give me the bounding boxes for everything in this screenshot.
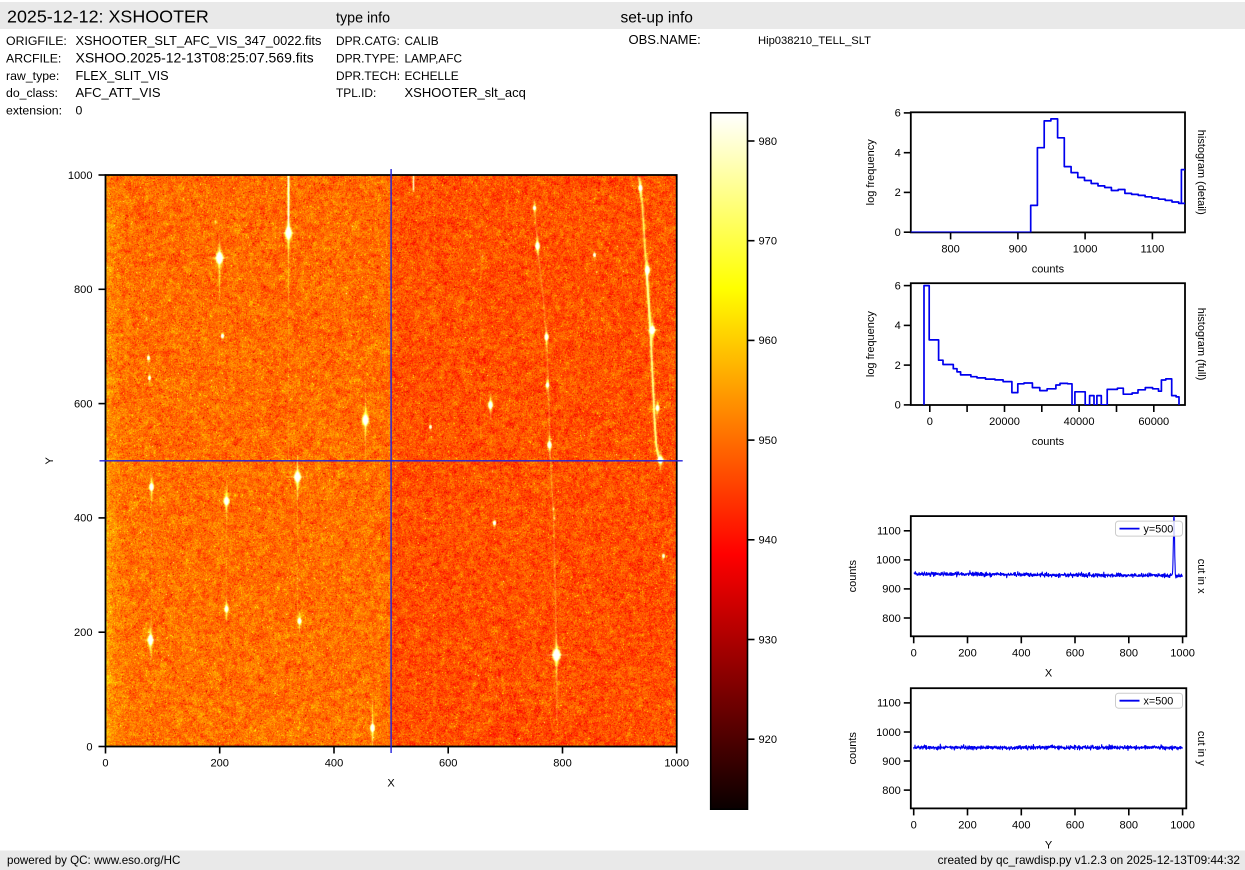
svg-text:900: 900 [1009, 243, 1028, 255]
svg-text:TPL.ID:: TPL.ID: [336, 86, 376, 100]
svg-text:DPR.TECH:: DPR.TECH: [336, 69, 400, 83]
svg-text:histogram (full): histogram (full) [1195, 308, 1207, 381]
svg-text:950: 950 [759, 435, 778, 447]
svg-text:800: 800 [1120, 819, 1139, 831]
svg-text:600: 600 [74, 398, 93, 410]
svg-text:OBS.NAME:: OBS.NAME: [629, 32, 701, 47]
svg-text:histogram (detail): histogram (detail) [1195, 130, 1207, 215]
svg-text:400: 400 [74, 513, 93, 525]
svg-text:cut in y: cut in y [1195, 731, 1207, 766]
svg-text:2: 2 [895, 187, 901, 199]
svg-text:0: 0 [895, 227, 901, 239]
svg-text:1000: 1000 [1073, 243, 1098, 255]
svg-text:1100: 1100 [877, 698, 901, 710]
svg-text:40000: 40000 [1064, 416, 1095, 428]
svg-text:counts: counts [847, 560, 859, 593]
svg-text:1000: 1000 [876, 555, 901, 567]
svg-text:X: X [1045, 667, 1053, 679]
svg-text:XSHOOTER_slt_acq: XSHOOTER_slt_acq [405, 85, 526, 100]
svg-text:400: 400 [325, 758, 344, 770]
svg-text:set-up info: set-up info [621, 10, 693, 27]
svg-text:1000: 1000 [68, 170, 93, 182]
svg-text:powered by QC: www.eso.org/HC: powered by QC: www.eso.org/HC [7, 854, 180, 867]
svg-text:600: 600 [1066, 647, 1085, 659]
svg-text:ORIGFILE:: ORIGFILE: [6, 34, 67, 48]
svg-text:6: 6 [895, 280, 901, 292]
svg-text:970: 970 [759, 236, 778, 248]
svg-text:Y: Y [44, 456, 56, 464]
svg-text:AFC_ATT_VIS: AFC_ATT_VIS [76, 85, 161, 100]
svg-text:200: 200 [74, 627, 93, 639]
svg-text:XSHOOTER_SLT_AFC_VIS_347_0022.: XSHOOTER_SLT_AFC_VIS_347_0022.fits [76, 33, 322, 48]
svg-text:x=500: x=500 [1144, 695, 1174, 707]
svg-text:980: 980 [759, 136, 778, 148]
svg-text:2: 2 [895, 360, 901, 372]
svg-text:CALIB: CALIB [405, 34, 439, 48]
svg-text:800: 800 [882, 613, 901, 625]
svg-text:920: 920 [759, 734, 778, 746]
svg-text:800: 800 [553, 758, 572, 770]
svg-text:400: 400 [1012, 647, 1031, 659]
svg-text:200: 200 [958, 819, 977, 831]
svg-text:created by qc_rawdisp.py v1.2.: created by qc_rawdisp.py v1.2.3 on 2025-… [938, 853, 1240, 867]
svg-text:0: 0 [911, 819, 917, 831]
svg-text:Y: Y [1045, 839, 1053, 851]
svg-text:60000: 60000 [1138, 416, 1169, 428]
svg-text:4: 4 [895, 148, 901, 160]
svg-text:1000: 1000 [876, 727, 901, 739]
svg-text:800: 800 [1120, 647, 1139, 659]
svg-text:raw_type:: raw_type: [6, 69, 59, 83]
svg-text:1100: 1100 [877, 526, 901, 538]
svg-text:FLEX_SLIT_VIS: FLEX_SLIT_VIS [76, 69, 169, 83]
svg-text:1000: 1000 [664, 758, 689, 770]
svg-text:counts: counts [1032, 436, 1065, 448]
svg-text:960: 960 [759, 335, 778, 347]
svg-text:800: 800 [941, 243, 960, 255]
svg-text:log frequency: log frequency [865, 139, 877, 206]
svg-text:940: 940 [759, 535, 778, 547]
svg-text:type info: type info [336, 11, 390, 27]
svg-text:1000: 1000 [1170, 647, 1195, 659]
svg-text:0: 0 [76, 104, 83, 118]
svg-text:1000: 1000 [1170, 819, 1195, 831]
svg-text:1100: 1100 [1140, 243, 1164, 255]
svg-text:log frequency: log frequency [865, 311, 877, 378]
svg-text:counts: counts [1032, 263, 1065, 275]
svg-text:do_class:: do_class: [6, 86, 58, 100]
svg-text:Hip038210_TELL_SLT: Hip038210_TELL_SLT [758, 35, 871, 47]
svg-text:y=500: y=500 [1144, 523, 1174, 535]
svg-text:0: 0 [102, 758, 108, 770]
svg-text:200: 200 [210, 758, 229, 770]
svg-text:900: 900 [882, 756, 901, 768]
svg-text:X: X [387, 778, 395, 790]
svg-text:200: 200 [958, 647, 977, 659]
svg-text:XSHOO.2025-12-13T08:25:07.569.: XSHOO.2025-12-13T08:25:07.569.fits [76, 49, 314, 65]
svg-text:4: 4 [895, 320, 901, 332]
svg-text:600: 600 [1066, 819, 1085, 831]
svg-text:DPR.TYPE:: DPR.TYPE: [336, 51, 399, 65]
svg-text:800: 800 [74, 284, 93, 296]
svg-text:cut in x: cut in x [1195, 559, 1207, 594]
svg-text:0: 0 [911, 647, 917, 659]
svg-text:6: 6 [895, 108, 901, 120]
svg-text:counts: counts [847, 732, 859, 765]
svg-text:400: 400 [1012, 819, 1031, 831]
svg-text:900: 900 [882, 584, 901, 596]
svg-text:20000: 20000 [989, 416, 1020, 428]
svg-text:DPR.CATG:: DPR.CATG: [336, 34, 400, 48]
svg-text:ECHELLE: ECHELLE [405, 69, 459, 83]
svg-text:800: 800 [882, 785, 901, 797]
svg-text:0: 0 [927, 416, 933, 428]
svg-text:ARCFILE:: ARCFILE: [6, 51, 61, 65]
svg-text:600: 600 [439, 758, 458, 770]
svg-text:extension:: extension: [6, 104, 62, 118]
svg-text:0: 0 [86, 741, 92, 753]
svg-text:LAMP,AFC: LAMP,AFC [405, 51, 463, 65]
svg-text:0: 0 [895, 400, 901, 412]
svg-text:2025-12-12: XSHOOTER: 2025-12-12: XSHOOTER [7, 7, 209, 27]
svg-text:930: 930 [759, 634, 778, 646]
